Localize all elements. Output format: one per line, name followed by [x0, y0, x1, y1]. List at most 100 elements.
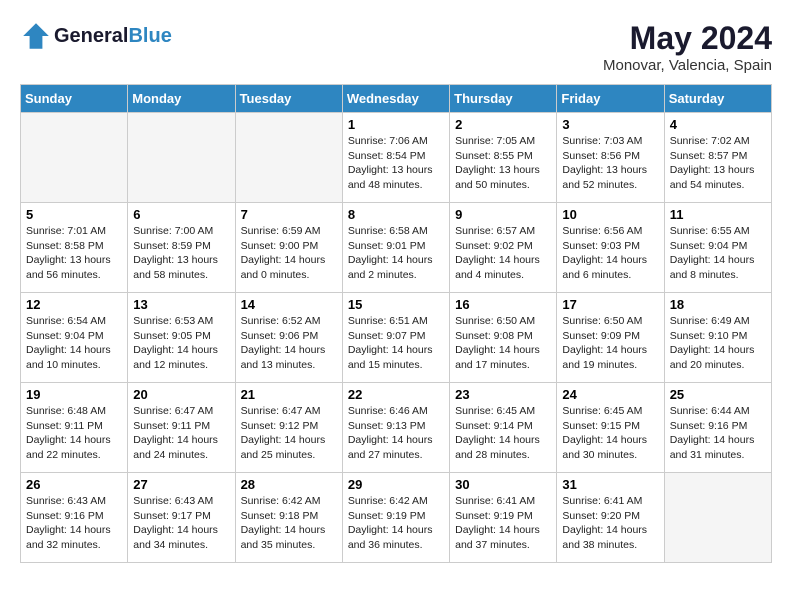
- day-info: Sunrise: 7:00 AMSunset: 8:59 PMDaylight:…: [133, 224, 229, 283]
- day-number: 26: [26, 477, 122, 492]
- calendar-day-cell: 28 Sunrise: 6:42 AMSunset: 9:18 PMDayligh…: [235, 473, 342, 563]
- day-number: 5: [26, 207, 122, 222]
- day-info: Sunrise: 6:43 AMSunset: 9:16 PMDaylight:…: [26, 494, 122, 553]
- weekday-header-cell: Wednesday: [342, 85, 449, 113]
- page-header: GeneralBlue May 2024 Monovar, Valencia, …: [20, 20, 772, 74]
- day-number: 7: [241, 207, 337, 222]
- day-info: Sunrise: 6:42 AMSunset: 9:19 PMDaylight:…: [348, 494, 444, 553]
- day-number: 24: [562, 387, 658, 402]
- calendar-day-cell: 12 Sunrise: 6:54 AMSunset: 9:04 PMDayligh…: [21, 293, 128, 383]
- day-number: 13: [133, 297, 229, 312]
- day-number: 22: [348, 387, 444, 402]
- day-number: 15: [348, 297, 444, 312]
- day-number: 28: [241, 477, 337, 492]
- day-number: 1: [348, 117, 444, 132]
- calendar-day-cell: 13 Sunrise: 6:53 AMSunset: 9:05 PMDayligh…: [128, 293, 235, 383]
- day-number: 8: [348, 207, 444, 222]
- calendar-week-row: 19 Sunrise: 6:48 AMSunset: 9:11 PMDayligh…: [21, 383, 772, 473]
- day-number: 20: [133, 387, 229, 402]
- weekday-header-cell: Friday: [557, 85, 664, 113]
- day-info: Sunrise: 6:45 AMSunset: 9:15 PMDaylight:…: [562, 404, 658, 463]
- calendar-day-cell: 29 Sunrise: 6:42 AMSunset: 9:19 PMDayligh…: [342, 473, 449, 563]
- day-info: Sunrise: 7:05 AMSunset: 8:55 PMDaylight:…: [455, 134, 551, 193]
- logo-text: GeneralBlue: [54, 25, 172, 48]
- calendar-day-cell: 4 Sunrise: 7:02 AMSunset: 8:57 PMDaylight…: [664, 113, 771, 203]
- day-info: Sunrise: 6:48 AMSunset: 9:11 PMDaylight:…: [26, 404, 122, 463]
- calendar-week-row: 1 Sunrise: 7:06 AMSunset: 8:54 PMDaylight…: [21, 113, 772, 203]
- day-info: Sunrise: 6:44 AMSunset: 9:16 PMDaylight:…: [670, 404, 766, 463]
- weekday-header-cell: Saturday: [664, 85, 771, 113]
- calendar-day-cell: 6Sunrise: 7:00 AMSunset: 8:59 PMDaylight…: [128, 203, 235, 293]
- calendar-day-cell: 10 Sunrise: 6:56 AMSunset: 9:03 PMDayligh…: [557, 203, 664, 293]
- calendar-day-cell: 14Sunrise: 6:52 AMSunset: 9:06 PMDayligh…: [235, 293, 342, 383]
- weekday-header-row: SundayMondayTuesdayWednesdayThursdayFrid…: [21, 85, 772, 113]
- day-info: Sunrise: 6:46 AMSunset: 9:13 PMDaylight:…: [348, 404, 444, 463]
- day-number: 21: [241, 387, 337, 402]
- calendar-table: SundayMondayTuesdayWednesdayThursdayFrid…: [20, 84, 772, 563]
- day-info: Sunrise: 6:50 AMSunset: 9:09 PMDaylight:…: [562, 314, 658, 373]
- day-number: 19: [26, 387, 122, 402]
- day-info: Sunrise: 7:02 AMSunset: 8:57 PMDaylight:…: [670, 134, 766, 193]
- calendar-day-cell: 27Sunrise: 6:43 AMSunset: 9:17 PMDayligh…: [128, 473, 235, 563]
- day-number: 27: [133, 477, 229, 492]
- title-block: May 2024 Monovar, Valencia, Spain: [603, 20, 772, 74]
- day-info: Sunrise: 6:47 AMSunset: 9:11 PMDaylight:…: [133, 404, 229, 463]
- calendar-day-cell: 11Sunrise: 6:55 AMSunset: 9:04 PMDayligh…: [664, 203, 771, 293]
- day-info: Sunrise: 6:50 AMSunset: 9:08 PMDaylight:…: [455, 314, 551, 373]
- day-info: Sunrise: 6:42 AMSunset: 9:18 PMDaylight:…: [241, 494, 337, 553]
- calendar-day-cell: [128, 113, 235, 203]
- day-number: 23: [455, 387, 551, 402]
- weekday-header-cell: Monday: [128, 85, 235, 113]
- day-number: 12: [26, 297, 122, 312]
- day-info: Sunrise: 6:55 AMSunset: 9:04 PMDaylight:…: [670, 224, 766, 283]
- calendar-day-cell: 5Sunrise: 7:01 AMSunset: 8:58 PMDaylight…: [21, 203, 128, 293]
- calendar-day-cell: 9Sunrise: 6:57 AMSunset: 9:02 PMDaylight…: [450, 203, 557, 293]
- day-info: Sunrise: 7:06 AMSunset: 8:54 PMDaylight:…: [348, 134, 444, 193]
- calendar-day-cell: 31Sunrise: 6:41 AMSunset: 9:20 PMDayligh…: [557, 473, 664, 563]
- day-info: Sunrise: 6:53 AMSunset: 9:05 PMDaylight:…: [133, 314, 229, 373]
- day-number: 4: [670, 117, 766, 132]
- day-number: 10: [562, 207, 658, 222]
- calendar-day-cell: 30 Sunrise: 6:41 AMSunset: 9:19 PMDayligh…: [450, 473, 557, 563]
- calendar-day-cell: 23Sunrise: 6:45 AMSunset: 9:14 PMDayligh…: [450, 383, 557, 473]
- calendar-week-row: 12 Sunrise: 6:54 AMSunset: 9:04 PMDayligh…: [21, 293, 772, 383]
- day-info: Sunrise: 6:41 AMSunset: 9:20 PMDaylight:…: [562, 494, 658, 553]
- day-info: Sunrise: 6:56 AMSunset: 9:03 PMDaylight:…: [562, 224, 658, 283]
- day-number: 30: [455, 477, 551, 492]
- month-year: May 2024: [603, 20, 772, 57]
- day-info: Sunrise: 6:41 AMSunset: 9:19 PMDaylight:…: [455, 494, 551, 553]
- calendar-day-cell: 7 Sunrise: 6:59 AMSunset: 9:00 PMDaylight…: [235, 203, 342, 293]
- calendar-day-cell: 22 Sunrise: 6:46 AMSunset: 9:13 PMDayligh…: [342, 383, 449, 473]
- day-number: 18: [670, 297, 766, 312]
- logo: GeneralBlue: [20, 20, 172, 52]
- calendar-day-cell: 24 Sunrise: 6:45 AMSunset: 9:15 PMDayligh…: [557, 383, 664, 473]
- day-number: 9: [455, 207, 551, 222]
- calendar-day-cell: 2 Sunrise: 7:05 AMSunset: 8:55 PMDaylight…: [450, 113, 557, 203]
- weekday-header-cell: Sunday: [21, 85, 128, 113]
- day-number: 2: [455, 117, 551, 132]
- calendar-week-row: 5Sunrise: 7:01 AMSunset: 8:58 PMDaylight…: [21, 203, 772, 293]
- day-info: Sunrise: 6:59 AMSunset: 9:00 PMDaylight:…: [241, 224, 337, 283]
- calendar-day-cell: [664, 473, 771, 563]
- calendar-day-cell: 25 Sunrise: 6:44 AMSunset: 9:16 PMDayligh…: [664, 383, 771, 473]
- calendar-day-cell: 16 Sunrise: 6:50 AMSunset: 9:08 PMDayligh…: [450, 293, 557, 383]
- day-info: Sunrise: 6:54 AMSunset: 9:04 PMDaylight:…: [26, 314, 122, 373]
- weekday-header-cell: Thursday: [450, 85, 557, 113]
- location: Monovar, Valencia, Spain: [603, 57, 772, 74]
- calendar-day-cell: 20 Sunrise: 6:47 AMSunset: 9:11 PMDayligh…: [128, 383, 235, 473]
- day-number: 16: [455, 297, 551, 312]
- calendar-day-cell: 3 Sunrise: 7:03 AMSunset: 8:56 PMDaylight…: [557, 113, 664, 203]
- day-info: Sunrise: 6:52 AMSunset: 9:06 PMDaylight:…: [241, 314, 337, 373]
- day-number: 25: [670, 387, 766, 402]
- day-number: 3: [562, 117, 658, 132]
- day-info: Sunrise: 6:47 AMSunset: 9:12 PMDaylight:…: [241, 404, 337, 463]
- calendar-day-cell: 17Sunrise: 6:50 AMSunset: 9:09 PMDayligh…: [557, 293, 664, 383]
- day-info: Sunrise: 6:51 AMSunset: 9:07 PMDaylight:…: [348, 314, 444, 373]
- calendar-day-cell: [21, 113, 128, 203]
- day-number: 29: [348, 477, 444, 492]
- day-info: Sunrise: 7:03 AMSunset: 8:56 PMDaylight:…: [562, 134, 658, 193]
- day-info: Sunrise: 6:49 AMSunset: 9:10 PMDaylight:…: [670, 314, 766, 373]
- calendar-day-cell: 18 Sunrise: 6:49 AMSunset: 9:10 PMDayligh…: [664, 293, 771, 383]
- calendar-body: 1 Sunrise: 7:06 AMSunset: 8:54 PMDaylight…: [21, 113, 772, 563]
- day-info: Sunrise: 6:58 AMSunset: 9:01 PMDaylight:…: [348, 224, 444, 283]
